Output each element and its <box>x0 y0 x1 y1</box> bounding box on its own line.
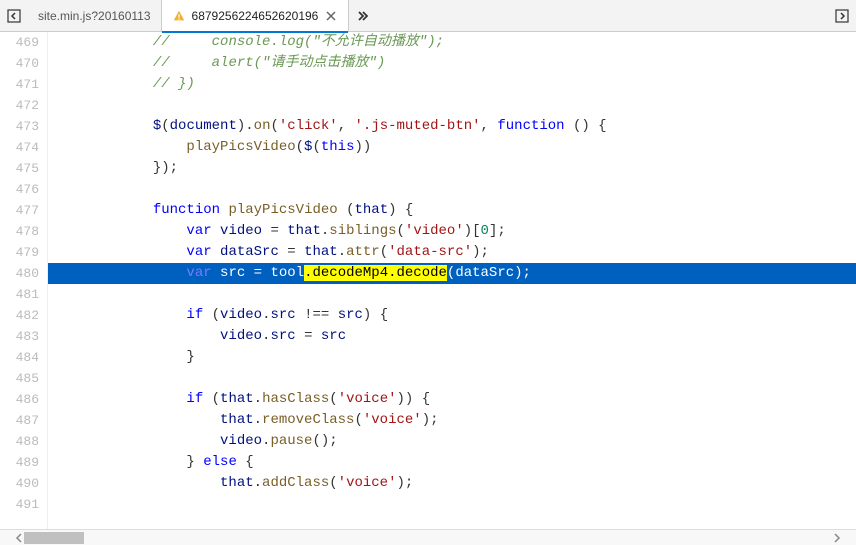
line-number: 478 <box>0 221 39 242</box>
scroll-left-icon[interactable] <box>14 533 24 543</box>
scroll-right-icon[interactable] <box>832 533 842 543</box>
code-line[interactable]: // console.log("不允许自动播放"); <box>48 32 856 53</box>
line-number: 472 <box>0 95 39 116</box>
code-line[interactable]: var src = tool.decodeMp4.decode(dataSrc)… <box>48 263 856 284</box>
tab-back-button[interactable] <box>0 0 28 32</box>
tab-label: site.min.js?20160113 <box>38 9 151 23</box>
line-number: 479 <box>0 242 39 263</box>
line-number: 476 <box>0 179 39 200</box>
dock-icon <box>834 8 850 24</box>
line-number: 480 <box>0 263 39 284</box>
code-line[interactable] <box>48 284 856 305</box>
horizontal-scrollbar[interactable] <box>0 529 856 545</box>
line-number: 469 <box>0 32 39 53</box>
line-number: 477 <box>0 200 39 221</box>
line-number: 474 <box>0 137 39 158</box>
code-line[interactable]: playPicsVideo($(this)) <box>48 137 856 158</box>
line-number: 475 <box>0 158 39 179</box>
close-icon[interactable] <box>324 9 338 23</box>
scrollbar-track[interactable] <box>24 532 832 544</box>
line-number: 484 <box>0 347 39 368</box>
code-line[interactable]: video.pause(); <box>48 431 856 452</box>
code-line[interactable]: $(document).on('click', '.js-muted-btn',… <box>48 116 856 137</box>
code-content[interactable]: // console.log("不允许自动播放"); // alert("请手动… <box>48 32 856 529</box>
back-icon <box>6 8 22 24</box>
code-line[interactable] <box>48 494 856 515</box>
code-line[interactable]: // }) <box>48 74 856 95</box>
dock-button[interactable] <box>828 0 856 32</box>
code-line[interactable]: } else { <box>48 452 856 473</box>
line-number: 481 <box>0 284 39 305</box>
chevrons-right-icon <box>355 8 371 24</box>
line-number: 488 <box>0 431 39 452</box>
line-number: 490 <box>0 473 39 494</box>
line-number: 482 <box>0 305 39 326</box>
line-number: 491 <box>0 494 39 515</box>
warning-icon <box>172 9 186 23</box>
line-number: 489 <box>0 452 39 473</box>
line-number: 470 <box>0 53 39 74</box>
code-line[interactable]: var dataSrc = that.attr('data-src'); <box>48 242 856 263</box>
line-number: 471 <box>0 74 39 95</box>
tab-0[interactable]: site.min.js?20160113 <box>28 0 162 32</box>
code-line[interactable]: }); <box>48 158 856 179</box>
code-line[interactable]: } <box>48 347 856 368</box>
tab-label: 6879256224652620196 <box>192 9 319 23</box>
line-number: 485 <box>0 368 39 389</box>
code-line[interactable] <box>48 95 856 116</box>
tab-1[interactable]: 6879256224652620196 <box>162 0 350 32</box>
scrollbar-thumb[interactable] <box>24 532 84 544</box>
line-number: 486 <box>0 389 39 410</box>
code-line[interactable]: if (video.src !== src) { <box>48 305 856 326</box>
tab-overflow-button[interactable] <box>349 0 377 32</box>
line-number: 483 <box>0 326 39 347</box>
line-number: 487 <box>0 410 39 431</box>
code-line[interactable] <box>48 179 856 200</box>
code-line[interactable]: function playPicsVideo (that) { <box>48 200 856 221</box>
line-gutter: 4694704714724734744754764774784794804814… <box>0 32 48 529</box>
code-line[interactable]: that.removeClass('voice'); <box>48 410 856 431</box>
tab-bar: site.min.js?20160113 6879256224652620196 <box>0 0 856 32</box>
line-number: 473 <box>0 116 39 137</box>
code-line[interactable]: video.src = src <box>48 326 856 347</box>
code-line[interactable]: if (that.hasClass('voice')) { <box>48 389 856 410</box>
code-line[interactable] <box>48 368 856 389</box>
code-line[interactable]: var video = that.siblings('video')[0]; <box>48 221 856 242</box>
code-line[interactable]: // alert("请手动点击播放") <box>48 53 856 74</box>
code-editor[interactable]: 4694704714724734744754764774784794804814… <box>0 32 856 529</box>
code-line[interactable]: that.addClass('voice'); <box>48 473 856 494</box>
